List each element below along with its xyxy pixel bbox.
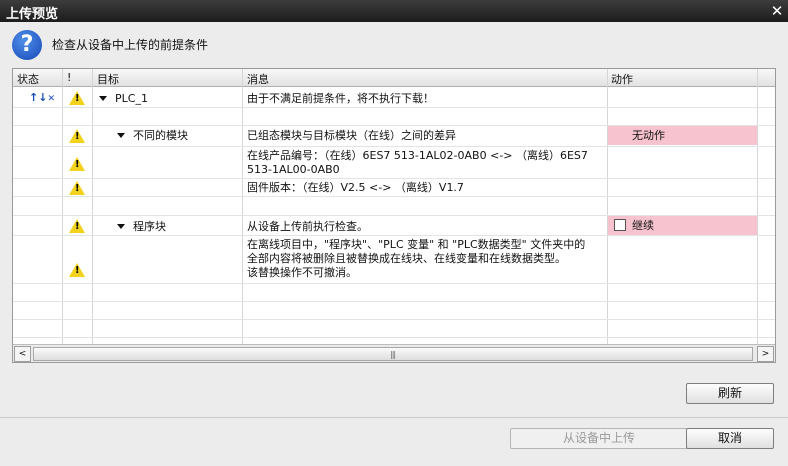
message-program-blocks: 从设备上传前执行检查。: [247, 220, 368, 233]
warning-icon: [69, 263, 85, 277]
column-action[interactable]: 动作: [611, 71, 633, 87]
scrollbar-thumb[interactable]: |||: [33, 347, 753, 361]
question-icon: ?: [12, 30, 42, 60]
warning-icon: [69, 129, 85, 143]
column-target[interactable]: 目标: [97, 71, 119, 87]
scroll-right-icon[interactable]: >: [757, 346, 774, 362]
warning-icon: [69, 219, 85, 233]
title-bar: 上传预览 ✕: [0, 0, 788, 22]
header-message: 检查从设备中上传的前提条件: [52, 38, 209, 52]
close-icon[interactable]: ✕: [769, 3, 785, 19]
column-header: 状态 ! 目标 消息 动作: [13, 69, 775, 87]
grip-icon: |||: [390, 350, 396, 359]
upload-preview-table: 状态 ! 目标 消息 动作 ↑↓✕ PLC_1 由于不满足前提条件，将不执行下载…: [12, 68, 776, 363]
column-message[interactable]: 消息: [247, 71, 269, 87]
collapse-arrow-icon[interactable]: [99, 96, 107, 101]
action-continue[interactable]: 继续: [632, 219, 654, 232]
divider: [0, 417, 788, 418]
message-product-number-line1: 在线产品编号：（在线）6ES7 513-1AL02-0AB0 <-> （离线）6…: [247, 149, 588, 162]
message-replace-line2: 全部内容将被删除且被替换成在线块、在线变量和在线数据类型。: [247, 252, 566, 265]
collapse-arrow-icon[interactable]: [117, 224, 125, 229]
upload-status-icon: ↑↓✕: [29, 91, 55, 104]
action-no-action[interactable]: 无动作: [632, 129, 665, 142]
window-title: 上传预览: [6, 7, 59, 22]
horizontal-scrollbar[interactable]: < ||| >: [13, 344, 775, 362]
target-program-blocks: 程序块: [133, 220, 166, 233]
scroll-left-icon[interactable]: <: [14, 346, 31, 362]
action-cell-modules[interactable]: 无动作: [608, 126, 757, 145]
action-cell-program-blocks[interactable]: 继续: [608, 216, 757, 235]
message-product-number-line2: 513-1AL00-0AB0: [247, 163, 340, 176]
message-firmware: 固件版本：（在线）V2.5 <-> （离线）V1.7: [247, 181, 464, 194]
warning-icon: [69, 157, 85, 171]
column-warning[interactable]: !: [67, 71, 71, 84]
message-modules: 已组态模块与目标模块（在线）之间的差异: [247, 129, 456, 142]
target-plc: PLC_1: [115, 92, 148, 105]
target-modules: 不同的模块: [133, 129, 188, 142]
message-replace-line1: 在离线项目中，"程序块"、"PLC 变量" 和 "PLC数据类型" 文件夹中的: [247, 238, 586, 251]
cancel-button[interactable]: 取消: [686, 428, 774, 449]
message-plc: 由于不满足前提条件，将不执行下载！: [247, 92, 434, 105]
refresh-button[interactable]: 刷新: [686, 383, 774, 404]
column-status[interactable]: 状态: [17, 71, 39, 87]
header: ? 检查从设备中上传的前提条件: [0, 22, 788, 66]
continue-checkbox[interactable]: [614, 219, 626, 231]
message-replace-line3: 该替换操作不可撤消。: [247, 266, 357, 279]
collapse-arrow-icon[interactable]: [117, 133, 125, 138]
warning-icon: [69, 91, 85, 105]
upload-from-device-button[interactable]: 从设备中上传: [510, 428, 688, 449]
warning-icon: [69, 181, 85, 195]
